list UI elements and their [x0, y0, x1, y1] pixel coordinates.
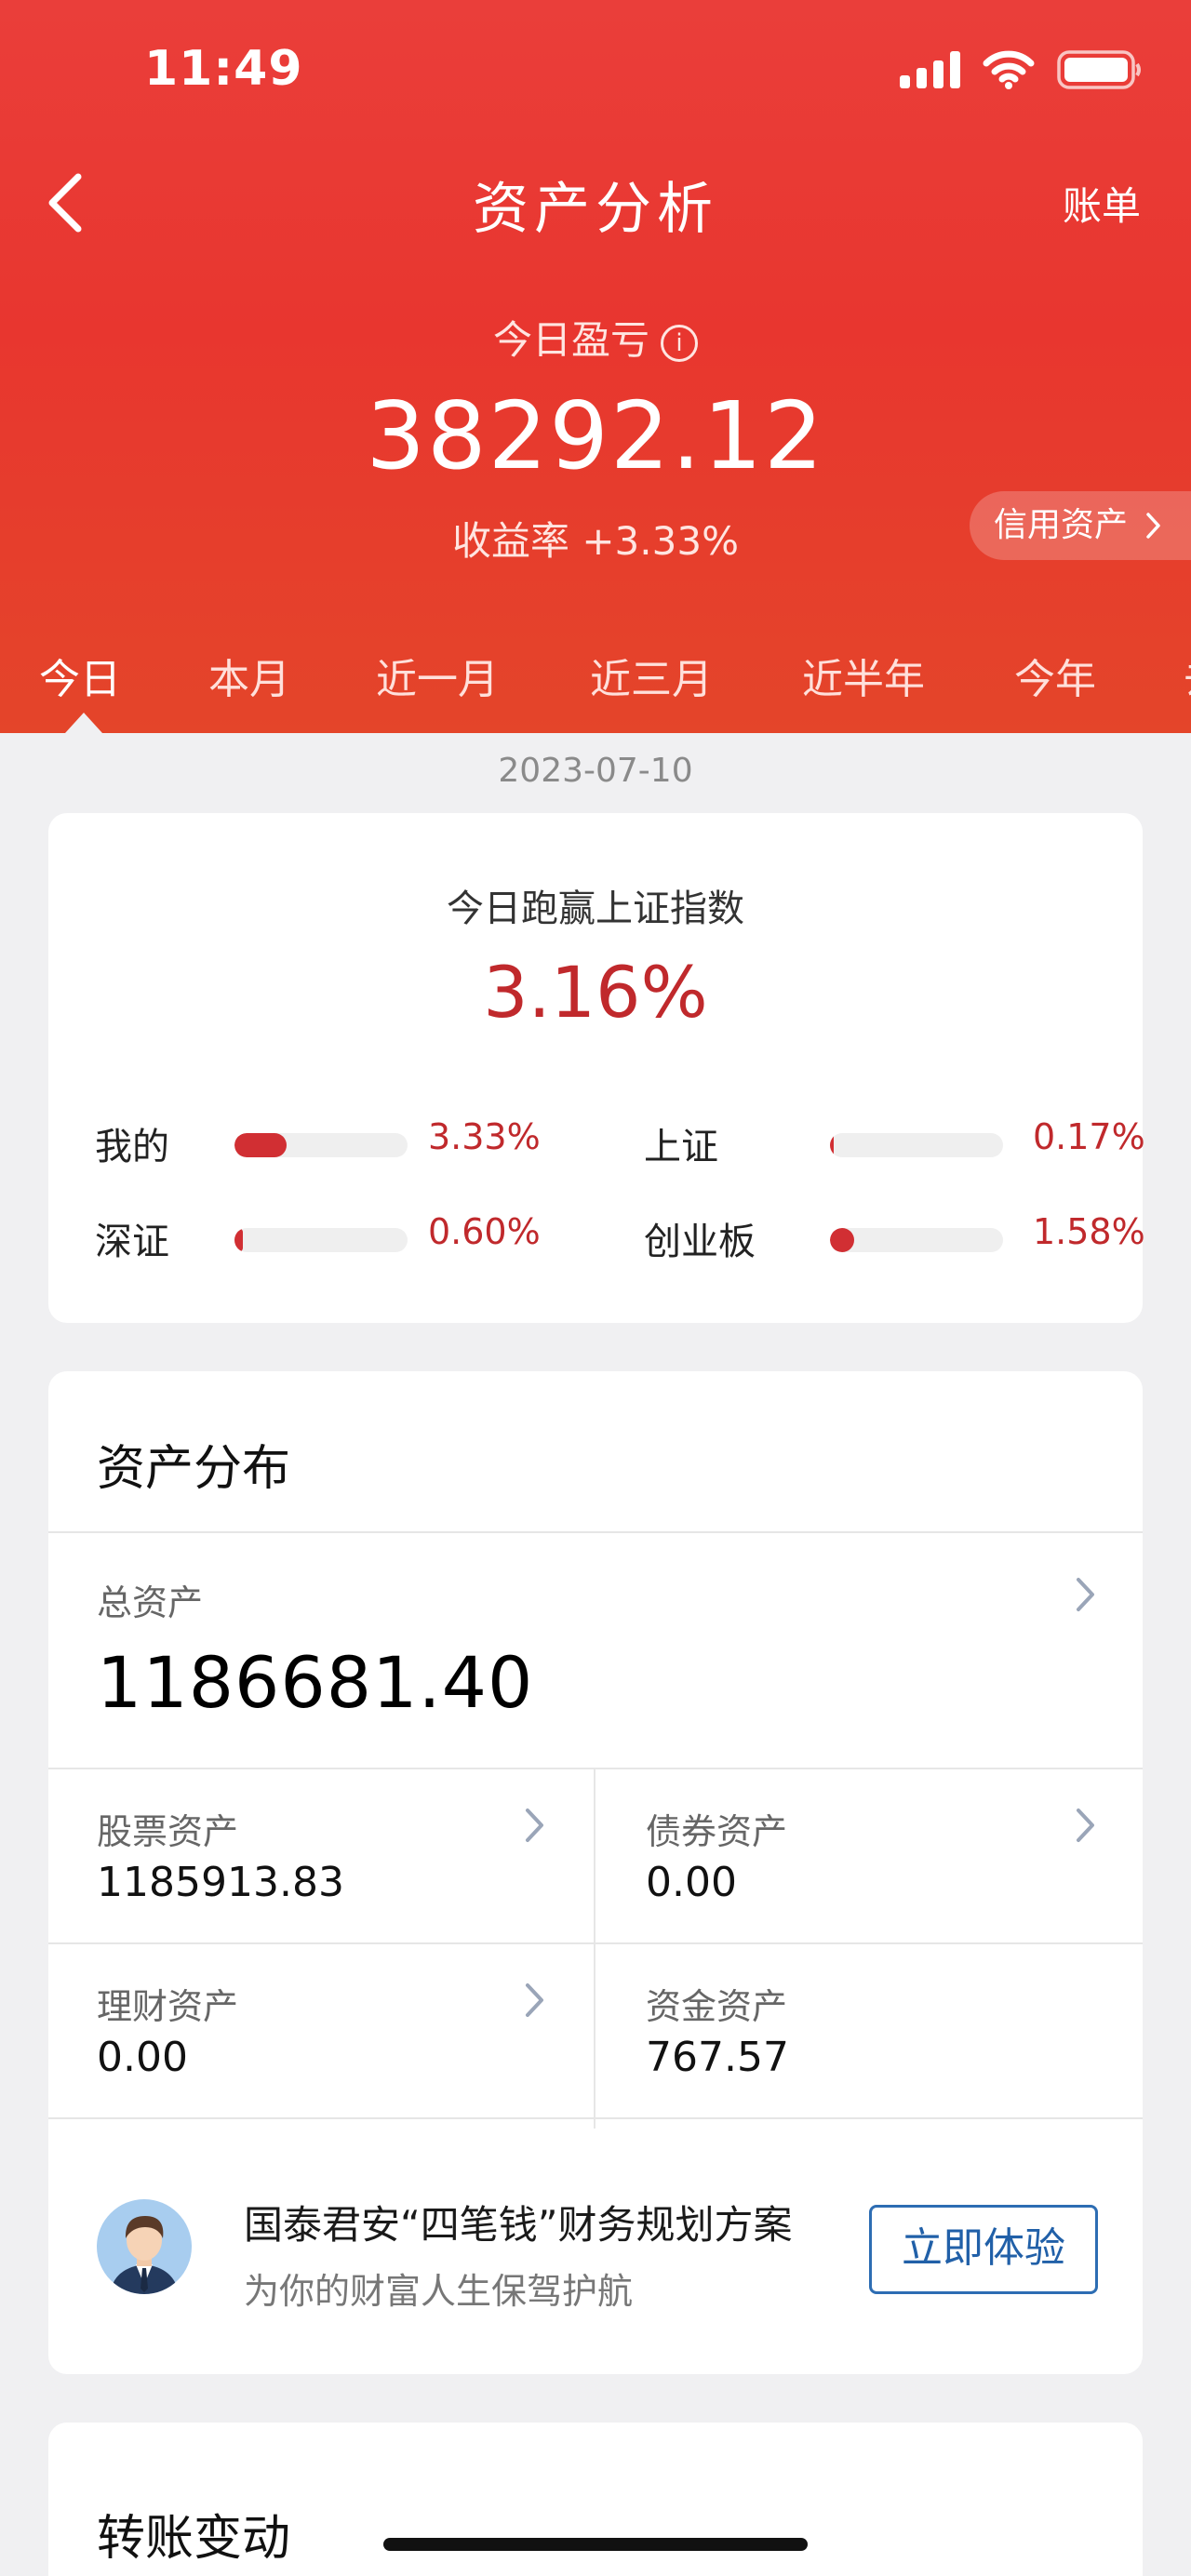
- bill-link[interactable]: 账单: [1063, 175, 1141, 232]
- transfer-changes-title: 转账变动: [97, 2511, 291, 2567]
- compare-bar-fill: [830, 1228, 855, 1252]
- compare-bar-track: [830, 1133, 1003, 1157]
- battery-icon: [1057, 49, 1143, 90]
- compare-value: 0.17%: [1033, 1116, 1145, 1157]
- advisor-avatar: [97, 2199, 192, 2294]
- compare-label: 深证: [95, 1221, 169, 1263]
- bond-assets-label: 债券资产: [646, 1811, 788, 1852]
- chevron-right-icon: [1146, 513, 1161, 539]
- wifi-icon: [983, 50, 1035, 89]
- cash-assets-cell: 资金资产 767.57: [596, 1944, 1143, 2117]
- total-assets-label: 总资产: [97, 1582, 204, 1623]
- tab-today[interactable]: 今日: [39, 646, 121, 705]
- page-title: 资产分析: [473, 177, 718, 242]
- compare-value: 1.58%: [1033, 1211, 1145, 1252]
- wealth-assets-label: 理财资产: [97, 1986, 239, 2027]
- compare-label: 上证: [644, 1126, 718, 1168]
- tab-this-month[interactable]: 本月: [208, 646, 290, 705]
- transfer-changes-card: 转账变动: [48, 2423, 1143, 2576]
- home-indicator: [383, 2538, 808, 2551]
- today-pnl-value: 38292.12: [366, 381, 825, 490]
- compare-value: 0.60%: [428, 1211, 541, 1252]
- divider: [48, 2117, 1143, 2119]
- tab-last-month[interactable]: 近一月: [376, 646, 499, 705]
- compare-bar-fill: [234, 1228, 244, 1252]
- active-tab-pointer: [65, 713, 102, 733]
- period-tabs: 今日 本月 近一月 近三月 近半年 今年 去: [0, 646, 1191, 733]
- compare-bar-track: [234, 1133, 408, 1157]
- compare-row-chinext: 创业板 1.58%: [644, 1211, 1145, 1267]
- tab-last-half-year[interactable]: 近半年: [802, 646, 925, 705]
- compare-bar-fill: [234, 1133, 287, 1157]
- status-time: 11:49: [144, 41, 303, 97]
- compare-row-mine: 我的 3.33%: [95, 1116, 579, 1172]
- wealth-assets-value: 0.00: [97, 2034, 188, 2081]
- stock-assets-label: 股票资产: [97, 1811, 239, 1852]
- bond-assets-value: 0.00: [646, 1859, 737, 1906]
- tab-last-three-months[interactable]: 近三月: [590, 646, 713, 705]
- chevron-right-icon: [526, 1809, 543, 1842]
- cash-assets-label: 资金资产: [646, 1986, 788, 2027]
- cellular-signal-icon: [900, 51, 960, 88]
- promo-subtitle: 为你的财富人生保驾护航: [244, 2271, 634, 2312]
- info-icon[interactable]: i: [661, 325, 698, 362]
- today-pnl-label-text: 今日盈亏: [492, 317, 649, 363]
- credit-assets-button[interactable]: 信用资产: [970, 491, 1191, 560]
- compare-bar-fill: [830, 1133, 834, 1157]
- header: 11:49 资产分析 账单 今日盈亏 i 38292.12 收益率 +3.33%…: [0, 0, 1191, 733]
- compare-row-shenzhen: 深证 0.60%: [95, 1211, 579, 1267]
- cash-assets-value: 767.57: [646, 2034, 789, 2081]
- beat-index-value: 3.16%: [483, 951, 708, 1034]
- compare-bar-track: [234, 1228, 408, 1252]
- tab-last-year[interactable]: 去: [1184, 646, 1191, 705]
- credit-assets-label: 信用资产: [994, 506, 1129, 544]
- compare-row-shanghai: 上证 0.17%: [644, 1116, 1145, 1172]
- chevron-right-icon: [1077, 1578, 1094, 1611]
- stock-assets-cell[interactable]: 股票资产 1185913.83: [48, 1769, 594, 1942]
- compare-value: 3.33%: [428, 1116, 541, 1157]
- today-pnl-label: 今日盈亏 i: [0, 309, 1191, 366]
- wealth-assets-cell[interactable]: 理财资产 0.00: [48, 1944, 594, 2117]
- beat-index-title: 今日跑赢上证指数: [447, 888, 744, 930]
- asset-distribution-title: 资产分布: [97, 1441, 291, 1497]
- bond-assets-cell[interactable]: 债券资产 0.00: [596, 1769, 1143, 1942]
- promo-title: 国泰君安“四笔钱”财务规划方案: [244, 2202, 793, 2248]
- total-assets-value: 1186681.40: [97, 1641, 534, 1724]
- date-label: 2023-07-10: [498, 752, 693, 790]
- chevron-right-icon: [1077, 1809, 1094, 1842]
- compare-label: 创业板: [644, 1221, 756, 1263]
- compare-label: 我的: [95, 1126, 169, 1168]
- beat-index-card: 今日跑赢上证指数 3.16% 我的 3.33% 上证 0.17% 深证 0.60…: [48, 813, 1145, 1323]
- asset-distribution-card: 资产分布 总资产 1186681.40 股票资产 1185913.83 债券资产…: [48, 1371, 1143, 2374]
- compare-bar-track: [830, 1228, 1003, 1252]
- stock-assets-value: 1185913.83: [97, 1859, 344, 1906]
- status-icons: [900, 48, 1143, 91]
- try-now-button[interactable]: 立即体验: [869, 2205, 1098, 2294]
- tab-this-year[interactable]: 今年: [1014, 646, 1096, 705]
- chevron-right-icon: [526, 1983, 543, 2017]
